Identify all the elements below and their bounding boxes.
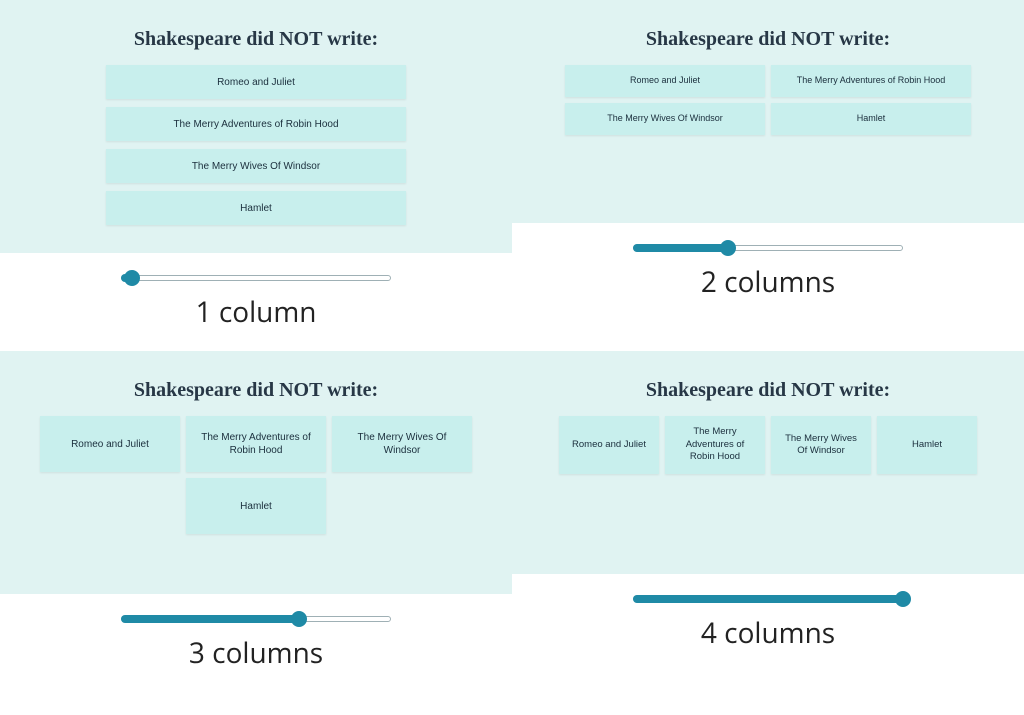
answer-option-3[interactable]: The Merry Wives Of Windsor bbox=[771, 416, 871, 474]
quiz-area: Shakespeare did NOT write: Romeo and Jul… bbox=[512, 0, 1024, 223]
panel-1-column: Shakespeare did NOT write: Romeo and Jul… bbox=[0, 0, 512, 351]
control-area: 2 columns bbox=[512, 223, 1024, 321]
quiz-area: Shakespeare did NOT write: Romeo and Jul… bbox=[0, 351, 512, 594]
slider-fill bbox=[121, 615, 299, 623]
answer-option-4[interactable]: Hamlet bbox=[877, 416, 977, 474]
answer-option-4[interactable]: Hamlet bbox=[771, 103, 971, 135]
control-area: 1 column bbox=[0, 253, 512, 351]
columns-slider[interactable] bbox=[633, 592, 903, 606]
quiz-area: Shakespeare did NOT write: Romeo and Jul… bbox=[0, 0, 512, 253]
panel-4-columns: Shakespeare did NOT write: Romeo and Jul… bbox=[512, 351, 1024, 692]
columns-slider[interactable] bbox=[121, 271, 391, 285]
answer-option-2[interactable]: The Merry Adventures of Robin Hood bbox=[186, 416, 326, 472]
columns-caption: 2 columns bbox=[701, 263, 835, 301]
quiz-question: Shakespeare did NOT write: bbox=[134, 28, 378, 51]
control-area: 3 columns bbox=[0, 594, 512, 692]
answer-option-1[interactable]: Romeo and Juliet bbox=[106, 65, 406, 99]
slider-thumb[interactable] bbox=[124, 270, 140, 286]
control-area: 4 columns bbox=[512, 574, 1024, 672]
slider-track bbox=[121, 275, 391, 281]
answer-option-2[interactable]: The Merry Adventures of Robin Hood bbox=[106, 107, 406, 141]
answer-list: Romeo and Juliet The Merry Adventures of… bbox=[565, 65, 971, 135]
slider-fill bbox=[633, 595, 903, 603]
answer-option-2[interactable]: The Merry Adventures of Robin Hood bbox=[771, 65, 971, 97]
answer-option-1[interactable]: Romeo and Juliet bbox=[40, 416, 180, 472]
answer-option-2[interactable]: The Merry Adventures of Robin Hood bbox=[665, 416, 765, 474]
quiz-question: Shakespeare did NOT write: bbox=[646, 379, 890, 402]
columns-slider[interactable] bbox=[633, 241, 903, 255]
columns-caption: 4 columns bbox=[701, 614, 835, 652]
panel-2-columns: Shakespeare did NOT write: Romeo and Jul… bbox=[512, 0, 1024, 351]
answer-list: Romeo and Juliet The Merry Adventures of… bbox=[559, 416, 977, 474]
answer-option-3[interactable]: The Merry Wives Of Windsor bbox=[106, 149, 406, 183]
quiz-question: Shakespeare did NOT write: bbox=[646, 28, 890, 51]
answer-list: Romeo and Juliet The Merry Adventures of… bbox=[106, 65, 406, 225]
quiz-question: Shakespeare did NOT write: bbox=[134, 379, 378, 402]
quiz-area: Shakespeare did NOT write: Romeo and Jul… bbox=[512, 351, 1024, 574]
columns-slider[interactable] bbox=[121, 612, 391, 626]
columns-caption: 3 columns bbox=[189, 634, 323, 672]
answer-option-4[interactable]: Hamlet bbox=[106, 191, 406, 225]
answer-list: Romeo and Juliet The Merry Adventures of… bbox=[40, 416, 472, 534]
slider-fill bbox=[633, 244, 728, 252]
columns-caption: 1 column bbox=[196, 293, 317, 331]
slider-thumb[interactable] bbox=[895, 591, 911, 607]
panels-grid: Shakespeare did NOT write: Romeo and Jul… bbox=[0, 0, 1024, 692]
answer-option-4[interactable]: Hamlet bbox=[186, 478, 326, 534]
answer-option-1[interactable]: Romeo and Juliet bbox=[565, 65, 765, 97]
answer-option-3[interactable]: The Merry Wives Of Windsor bbox=[332, 416, 472, 472]
slider-thumb[interactable] bbox=[720, 240, 736, 256]
answer-option-1[interactable]: Romeo and Juliet bbox=[559, 416, 659, 474]
answer-option-3[interactable]: The Merry Wives Of Windsor bbox=[565, 103, 765, 135]
panel-3-columns: Shakespeare did NOT write: Romeo and Jul… bbox=[0, 351, 512, 692]
slider-thumb[interactable] bbox=[291, 611, 307, 627]
